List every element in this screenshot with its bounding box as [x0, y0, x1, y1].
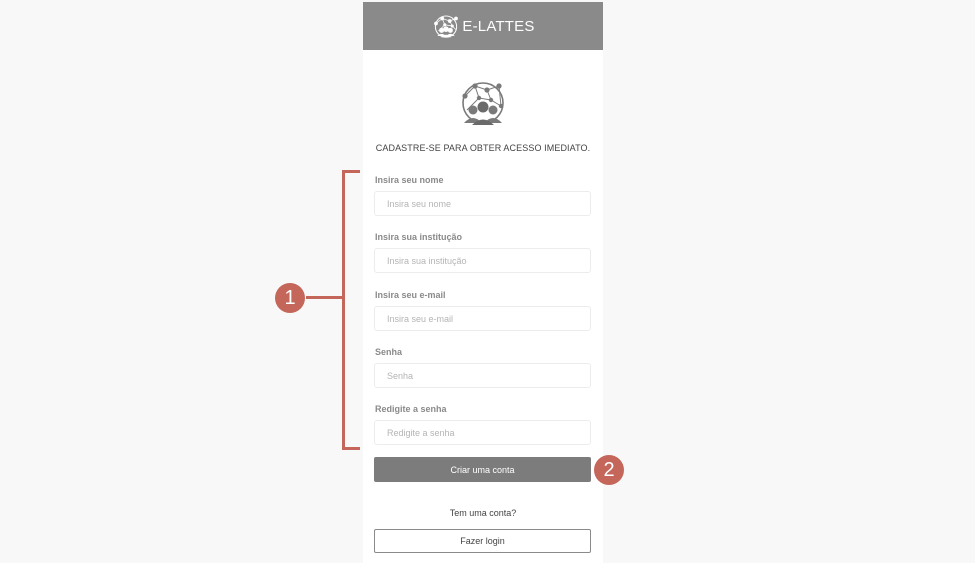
- email-input[interactable]: [374, 306, 591, 331]
- confirm-password-label: Redigite a senha: [375, 404, 447, 414]
- confirm-password-input[interactable]: [374, 420, 591, 445]
- name-input[interactable]: [374, 191, 591, 216]
- annotation-marker-1: 1: [275, 283, 305, 313]
- bracket-connector: [306, 296, 344, 299]
- annotation-marker-2: 2: [594, 455, 624, 485]
- institution-input[interactable]: [374, 248, 591, 273]
- email-label: Insira seu e-mail: [375, 290, 446, 300]
- logo: [459, 78, 507, 126]
- password-label: Senha: [375, 347, 403, 357]
- password-input[interactable]: [374, 363, 591, 388]
- login-button[interactable]: Fazer login: [374, 529, 591, 553]
- name-label: Insira seu nome: [375, 175, 444, 185]
- globe-network-people-icon: [434, 15, 459, 38]
- login-prompt: Tem uma conta?: [449, 508, 517, 518]
- header-bar: E-LATTES: [363, 2, 603, 50]
- form-fields-bracket: [342, 170, 360, 450]
- brand-name: E-LATTES: [462, 17, 535, 35]
- create-account-button[interactable]: Criar uma conta: [374, 457, 591, 482]
- signup-subtitle: CADASTRE-SE PARA OBTER ACESSO IMEDIATO.: [375, 143, 591, 153]
- signup-card: E-LATTES CADASTRE-SE PARA OBTER ACESSO I…: [363, 2, 603, 563]
- globe-network-people-icon: [462, 82, 504, 125]
- institution-label: Insira sua institução: [375, 232, 463, 242]
